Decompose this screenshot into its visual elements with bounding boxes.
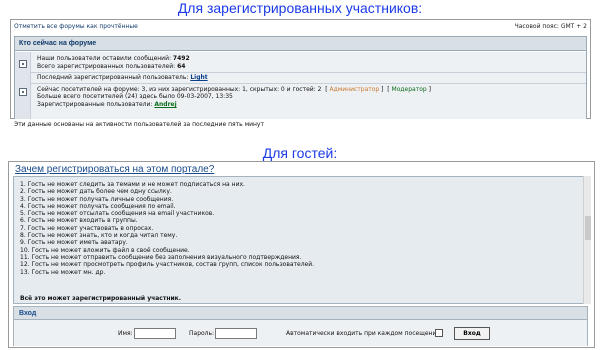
username-input[interactable]: [134, 328, 176, 339]
reason-item: 10. Гость не может вложить файл в своё с…: [20, 246, 190, 254]
reason-item: 7. Гость не может участвовать в опросах.: [20, 224, 154, 232]
login-row: Имя: Пароль: Автоматически входить при к…: [14, 320, 587, 346]
reason-item: 2. Гость не может дать более чем одну сс…: [20, 188, 172, 196]
users-label: Всего зарегистрированных пользователей:: [37, 63, 176, 70]
stats-icon: [19, 60, 27, 68]
reason-item: 4. Гость не может получать сообщения по …: [20, 202, 176, 210]
login-box: Вход Имя: Пароль: Автоматически входить …: [13, 306, 588, 346]
reason-item: 9. Гость не может иметь аватару.: [20, 239, 128, 247]
guest-panel: Зачем регистрироваться на этом портале? …: [8, 161, 595, 348]
reason-item: 12. Гость не может просмотреть профиль у…: [20, 261, 315, 269]
registered-can-note: Всё это может зарегистрированный участни…: [20, 295, 182, 302]
scrollbar-thumb[interactable]: [585, 216, 591, 240]
username-label: Имя:: [118, 330, 133, 337]
why-register-title[interactable]: Зачем регистрироваться на этом портале?: [15, 164, 214, 175]
who-online-body: Наши пользователи оставили сообщений: 74…: [15, 52, 586, 119]
autologin-checkbox[interactable]: [435, 329, 443, 337]
reason-item: 13. Гость не может мн. др.: [20, 268, 106, 276]
password-label: Пароль:: [189, 330, 215, 337]
posts-label: Наши пользователи оставили сообщений:: [37, 55, 171, 62]
reason-item: 5. Гость не может отсылать сообщения на …: [20, 210, 215, 218]
autologin-label: Автоматически входить при каждом посещен…: [286, 330, 441, 337]
mark-forums-read-link[interactable]: Отметить все форумы как прочтённые: [14, 23, 138, 30]
who-online-title: Кто сейчас на форуме: [15, 37, 586, 51]
login-title: Вход: [14, 307, 587, 320]
login-button[interactable]: Вход: [454, 327, 490, 340]
registered-users-label: Зарегистрированные пользователи:: [37, 101, 153, 108]
registered-users-online: Зарегистрированные пользователи: Andrej: [37, 101, 177, 108]
legend-moderator: Модератор: [391, 86, 427, 93]
divider: [31, 83, 586, 84]
most-online: Больше всего посетителей (24) здесь было…: [37, 93, 233, 100]
latest-user-label: Последний зарегистрированный пользовател…: [37, 74, 189, 81]
reason-item: 3. Гость не может получать личные сообще…: [20, 195, 174, 203]
why-register-box: 1. Гость не может следить за темами и не…: [13, 176, 588, 304]
who-online-box: Кто сейчас на форуме Наши пользователи о…: [14, 36, 587, 119]
latest-user-stat: Последний зарегистрированный пользовател…: [37, 74, 208, 81]
reason-item: 1. Гость не может следить за темами и не…: [20, 181, 245, 188]
legend-admin: Администратор: [329, 86, 380, 93]
users-stat: Всего зарегистрированных пользователей: …: [37, 63, 185, 70]
users-online-icon: [19, 88, 27, 96]
latest-user-link[interactable]: Light: [190, 74, 207, 81]
scrollbar[interactable]: [583, 176, 591, 304]
posts-value: 7492: [172, 55, 190, 62]
caption-registered: Для зарегистрированных участников:: [177, 0, 423, 16]
reason-item: 8. Гость не может знать, кто и когда чит…: [20, 232, 178, 240]
posts-stat: Наши пользователи оставили сообщений: 74…: [37, 55, 190, 62]
reason-item: 11. Гость не может отправить сообщение б…: [20, 253, 302, 261]
caption-guests: Для гостей:: [262, 145, 338, 161]
registered-panel: Отметить все форумы как прочтённые Часов…: [10, 19, 591, 119]
icon-gutter: [15, 52, 31, 119]
top-bar: Отметить все форумы как прочтённые Часов…: [11, 20, 590, 34]
password-input[interactable]: [215, 328, 257, 339]
online-count: Сейчас посетителей на форуме: 3, из них …: [37, 86, 431, 93]
timezone-label: Часовой пояс: GMT + 2: [514, 23, 587, 30]
divider: [31, 72, 586, 73]
registered-user-link[interactable]: Andrej: [154, 101, 176, 108]
reasons-list: 1. Гость не может следить за темами и не…: [14, 177, 587, 276]
online-count-text: Сейчас посетителей на форуме: 3, из них …: [37, 86, 322, 93]
reason-item: 6. Гость не может входить в группы.: [20, 217, 138, 225]
users-value: 64: [177, 63, 186, 70]
activity-footnote: Эти данные основаны на активности пользо…: [14, 121, 264, 128]
